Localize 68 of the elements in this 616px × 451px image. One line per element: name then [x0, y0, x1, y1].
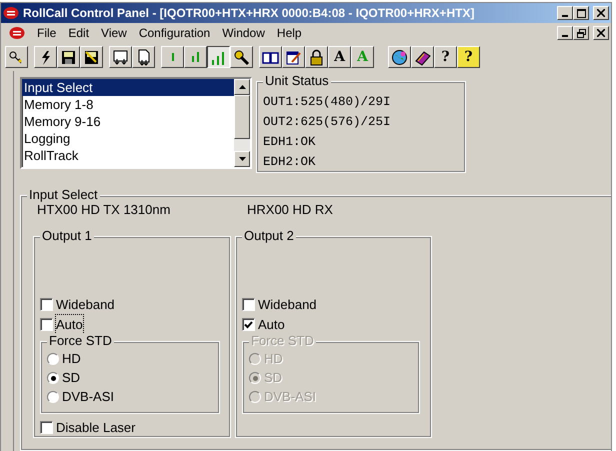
app-logo-icon	[3, 6, 19, 20]
maximize-icon	[576, 8, 586, 18]
group-title: Output 2	[242, 228, 296, 242]
menu-item[interactable]: Window	[216, 24, 271, 42]
help-button[interactable]: ?	[457, 46, 480, 68]
checkbox-label: Wideband	[56, 296, 115, 314]
radio-button[interactable]	[47, 372, 59, 384]
checkbox[interactable]	[40, 421, 53, 434]
globe-icon	[391, 48, 408, 66]
menu-item[interactable]: File	[31, 24, 62, 42]
group-title: Unit Status	[263, 74, 331, 88]
checkbox[interactable]	[40, 318, 53, 331]
status-line: OUT2:625(576)/25I	[263, 114, 392, 130]
checkbox-label: Wideband	[258, 296, 317, 314]
device-label: HTX00 HD TX 1310nm	[36, 202, 172, 219]
toolbar-button[interactable]: A	[328, 46, 351, 68]
list-item[interactable]: Logging	[22, 130, 234, 147]
group-title: Force STD	[47, 334, 114, 348]
list-item[interactable]: Input Select	[22, 79, 234, 96]
list-item[interactable]: Memory 9-16	[22, 113, 234, 130]
arrow-up-icon	[238, 85, 246, 89]
check-mark-icon	[244, 320, 253, 328]
radio-dot-icon	[50, 376, 56, 380]
checkbox[interactable]	[242, 318, 255, 331]
radio-label: DVB-ASI	[62, 388, 114, 406]
device-label: HRX00 HD RX	[246, 201, 334, 219]
radio-button[interactable]	[47, 353, 59, 365]
scroll-up-button[interactable]	[234, 79, 250, 95]
group-title: Input Select	[27, 188, 100, 202]
list-item[interactable]: RollTrack	[22, 147, 234, 164]
close-button[interactable]	[593, 6, 609, 20]
checkbox-label: Auto	[56, 314, 83, 334]
menu-item[interactable]: Edit	[62, 24, 96, 42]
menu-item[interactable]: Help	[270, 24, 308, 42]
status-line: OUT1:525(480)/29I	[263, 94, 392, 110]
checkbox-label: Disable Laser	[56, 418, 136, 437]
radio-button[interactable]	[47, 391, 59, 403]
close-icon	[597, 29, 605, 37]
checkbox[interactable]	[40, 298, 53, 311]
radio-label: HD	[62, 350, 81, 368]
radio-dot-icon	[252, 376, 258, 380]
group-title: Output 1	[40, 228, 94, 242]
scroll-thumb[interactable]	[234, 95, 250, 139]
window-title: RollCall Control Panel - [IQOTR00+HTX+HRX 0000:B4:08 - IQOTR00+HRX+HTX]	[23, 5, 474, 22]
close-button[interactable]	[593, 26, 609, 40]
list-item[interactable]: Memory 1-8	[22, 96, 234, 113]
bar-chart-icon	[192, 52, 199, 62]
radio-label: SD	[62, 369, 80, 388]
restore-button[interactable]	[573, 26, 589, 40]
arrow-down-icon	[238, 157, 246, 161]
checkbox-label: Auto	[258, 316, 285, 334]
minimize-button[interactable]	[557, 6, 573, 20]
padlock-icon	[308, 48, 325, 66]
minimize-button[interactable]	[557, 26, 573, 40]
status-line: EDH1:OK	[263, 134, 317, 150]
menu-item[interactable]: Configuration	[132, 24, 216, 42]
book-pen-icon	[414, 48, 431, 66]
toolbar-button[interactable]: ?	[434, 46, 457, 68]
toolbar-button[interactable]	[207, 46, 230, 68]
notepad-pencil-icon	[285, 48, 302, 66]
panel-download-icon	[112, 48, 129, 66]
restore-icon	[576, 28, 586, 38]
scroll-down-button[interactable]	[234, 151, 250, 167]
maximize-button[interactable]	[573, 6, 589, 20]
status-line: EDH2:OK	[263, 154, 317, 170]
close-icon	[597, 9, 605, 17]
menu-item[interactable]: View	[95, 24, 133, 42]
checkbox[interactable]	[242, 298, 255, 311]
